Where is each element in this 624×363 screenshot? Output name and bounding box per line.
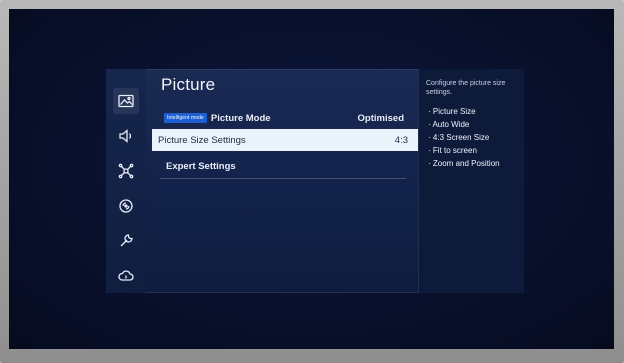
settings-main-panel: Picture Intelligent mode Picture Mode Op… <box>152 69 418 293</box>
picture-mode-value: Optimised <box>357 112 404 124</box>
picture-size-settings-label: Picture Size Settings <box>158 134 246 146</box>
sound-icon[interactable] <box>115 125 137 147</box>
tv-screen: Picture Intelligent mode Picture Mode Op… <box>9 9 614 349</box>
help-panel: Configure the picture size settings. Pic… <box>418 69 524 293</box>
picture-icon[interactable] <box>113 88 139 114</box>
help-item: 4:3 Screen Size <box>428 131 500 144</box>
settings-icon-bar <box>106 69 146 293</box>
picture-mode-label: Picture Mode <box>210 112 271 124</box>
help-description: Configure the picture size settings. <box>426 80 506 96</box>
support-wrench-icon[interactable] <box>115 230 137 252</box>
help-item: Auto Wide <box>428 118 500 131</box>
cloud-icon[interactable] <box>115 265 137 287</box>
divider <box>160 178 406 179</box>
intelligent-mode-badge: Intelligent mode <box>164 113 207 123</box>
picture-mode-row[interactable]: Intelligent mode Picture Mode Optimised <box>152 107 418 129</box>
help-item: Picture Size <box>428 105 500 118</box>
broadcast-icon[interactable] <box>115 195 137 217</box>
page-title: Picture <box>161 75 216 94</box>
tv-bezel: Picture Intelligent mode Picture Mode Op… <box>0 0 624 363</box>
connection-icon[interactable] <box>115 160 137 182</box>
help-item: Zoom and Position <box>428 157 500 170</box>
expert-settings-label: Expert Settings <box>166 160 236 172</box>
expert-settings-row[interactable]: Expert Settings <box>152 155 418 177</box>
picture-size-value: 4:3 <box>394 134 408 146</box>
help-list: Picture Size Auto Wide 4:3 Screen Size F… <box>428 105 500 170</box>
picture-size-settings-row[interactable]: Picture Size Settings 4:3 <box>152 129 418 151</box>
help-item: Fit to screen <box>428 144 500 157</box>
settings-menu: Picture Intelligent mode Picture Mode Op… <box>106 69 524 293</box>
